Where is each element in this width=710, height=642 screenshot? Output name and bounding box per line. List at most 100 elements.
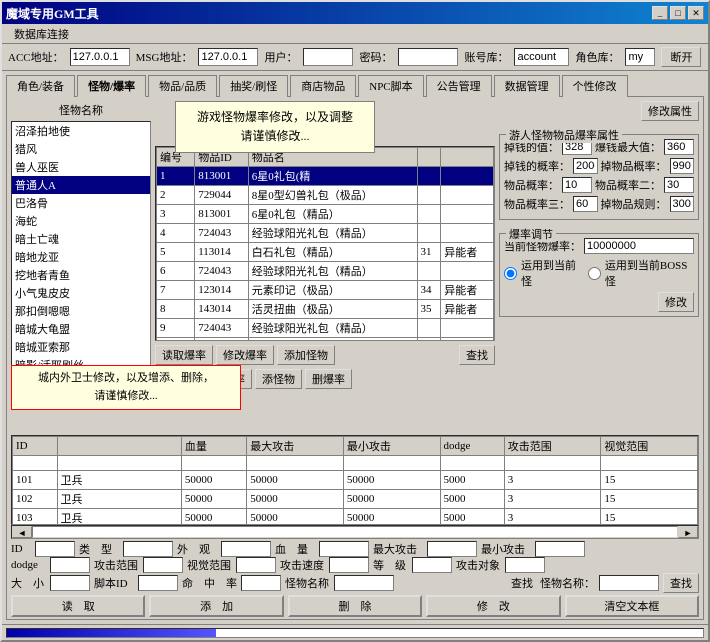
level-input[interactable] [412,557,452,573]
monster-items-table-container[interactable]: 编号 物品ID 物品名 1 813001 6星0礼包(精 [155,146,495,341]
find-btn[interactable]: 查找 [663,573,699,593]
tab-shop[interactable]: 商店物品 [290,75,356,97]
radio-current[interactable] [504,267,517,280]
monstername-input[interactable] [334,575,394,591]
add-monster-button[interactable]: 添加怪物 [277,345,335,365]
tab-item[interactable]: 物品/品质 [148,75,217,97]
menu-db[interactable]: 数据库连接 [6,24,77,44]
drop-rate-input[interactable] [573,158,598,174]
table-row[interactable]: 5 113014 白石礼包（精品） 31 异能者 [157,243,494,262]
tab-lottery[interactable]: 抽奖/刷怪 [219,75,288,97]
cell-val2 [441,338,494,342]
user-input[interactable] [303,48,353,66]
delete-button[interactable]: 删 除 [288,595,422,617]
type-input[interactable] [123,541,173,557]
list-item[interactable]: 暗地龙亚 [12,248,150,266]
table-row[interactable]: 6 724043 经验球阳光礼包（精品） [157,262,494,281]
atkspeed-input[interactable] [329,557,369,573]
list-item[interactable]: 那扣倒嗯嗯 [12,302,150,320]
del-rate-btn[interactable]: 删爆率 [305,369,352,389]
drop-items4-input[interactable] [573,196,598,212]
list-item[interactable]: 海蛇 [12,212,150,230]
table-row[interactable]: 9 724043 经验球阳光礼包（精品） [157,319,494,338]
dodge-input[interactable] [50,557,90,573]
tab-monster[interactable]: 怪物/爆率 [77,75,146,97]
list-item[interactable]: 小气鬼皮皮 [12,284,150,302]
drop-items-input[interactable] [670,158,695,174]
current-rate-input[interactable] [584,238,694,254]
scroll-right[interactable]: ► [678,526,698,538]
drop-rule-input[interactable] [670,196,695,212]
target-input[interactable] [505,557,545,573]
drop-items3-input[interactable] [664,177,694,193]
table-row[interactable]: 3 813001 6星0礼包（精品） [157,205,494,224]
pwd-input[interactable] [398,48,458,66]
role-input[interactable] [625,48,655,66]
table-row[interactable]: 4 724043 经验球阳光礼包（精品） [157,224,494,243]
list-item[interactable]: 巴洛骨 [12,194,150,212]
monster-list[interactable]: 沼泽拍地使 猎风 兽人巫医 普通人A 巴洛骨 海蛇 暗土亡魂 暗地龙亚 挖地者青… [11,121,151,389]
cell-val1: 34 [417,281,441,300]
minimize-button[interactable]: _ [652,6,668,20]
list-item[interactable]: 普通人A [12,176,150,194]
connect-button[interactable]: 断开 [661,47,701,67]
tab-role[interactable]: 角色/装备 [6,75,75,97]
maximize-button[interactable]: □ [670,6,686,20]
rate-modify-button[interactable]: 修改 [658,292,694,312]
tab-personal[interactable]: 个性修改 [562,75,628,97]
table-row[interactable]: 100 50000 50000 50000 5000 3 15 [13,456,698,471]
menu-bar: 数据库连接 [2,24,708,44]
add-button[interactable]: 添 加 [149,595,283,617]
read-rate-button[interactable]: 读取爆率 [155,345,213,365]
atkrange-input[interactable] [143,557,183,573]
size-input[interactable] [50,575,90,591]
drop-items2-input[interactable] [562,177,592,193]
vision-input[interactable] [236,557,276,573]
deathrate-input[interactable] [241,575,281,591]
tab-data[interactable]: 数据管理 [494,75,560,97]
cell-hp: 50000 [181,471,246,490]
scroll-left[interactable]: ◄ [12,526,32,538]
read-button[interactable]: 读 取 [11,595,145,617]
maxatk-input[interactable] [427,541,477,557]
msg-input[interactable] [198,48,258,66]
list-item[interactable]: 暗土亡魂 [12,230,150,248]
table-row[interactable]: 103 卫兵 50000 50000 50000 5000 3 15 [13,509,698,526]
acc-input[interactable] [70,48,130,66]
table-row[interactable]: 2 729044 8星0型幻兽礼包（极品） [157,186,494,205]
table-row[interactable]: 102 卫兵 50000 50000 50000 5000 3 15 [13,490,698,509]
close-button[interactable]: ✕ [688,6,704,20]
guard-table-container[interactable]: ID 血量 最大攻击 最小攻击 dodge 攻击范围 视觉范围 100 [11,435,699,525]
table-row[interactable]: 101 卫兵 50000 50000 50000 5000 3 15 [13,471,698,490]
id-input[interactable] [35,541,75,557]
drop-items3-label: 物品概率二： [595,177,661,193]
drop-max-input[interactable] [664,139,694,155]
tab-announcement[interactable]: 公告管理 [426,75,492,97]
tab-npc[interactable]: NPC脚本 [358,75,423,97]
h-scrollbar[interactable]: ◄ ► [11,525,699,539]
list-item[interactable]: 挖地者青鱼 [12,266,150,284]
modify-attr-button[interactable]: 修改属性 [641,101,699,121]
script-input[interactable] [138,575,178,591]
table-row[interactable]: 8 143014 活灵扭曲（极品） 35 异能者 [157,300,494,319]
minatk-input[interactable] [535,541,585,557]
db-input[interactable] [514,48,569,66]
radio-boss[interactable] [588,267,601,280]
table-row[interactable]: 1 813001 6星0礼包(精 [157,167,494,186]
findname-label: 怪物名称： [540,575,595,591]
list-item[interactable]: 暗城大龟盟 [12,320,150,338]
list-item[interactable]: 兽人巫医 [12,158,150,176]
modify-rate-button[interactable]: 修改爆率 [216,345,274,365]
appearance-input[interactable] [221,541,271,557]
list-item[interactable]: 暗城亚索那 [12,338,150,356]
find-button[interactable]: 查找 [459,345,495,365]
table-row[interactable]: 11 490084 月影传说（极品） [157,338,494,342]
modify-button[interactable]: 修 改 [426,595,560,617]
table-row[interactable]: 7 123014 元素印记（极品） 34 异能者 [157,281,494,300]
add-monster-btn2[interactable]: 添怪物 [255,369,302,389]
hp-input[interactable] [319,541,369,557]
findname-input[interactable] [599,575,659,591]
list-item[interactable]: 猎风 [12,140,150,158]
clear-button[interactable]: 清空文本框 [565,595,699,617]
list-item[interactable]: 沼泽拍地使 [12,122,150,140]
